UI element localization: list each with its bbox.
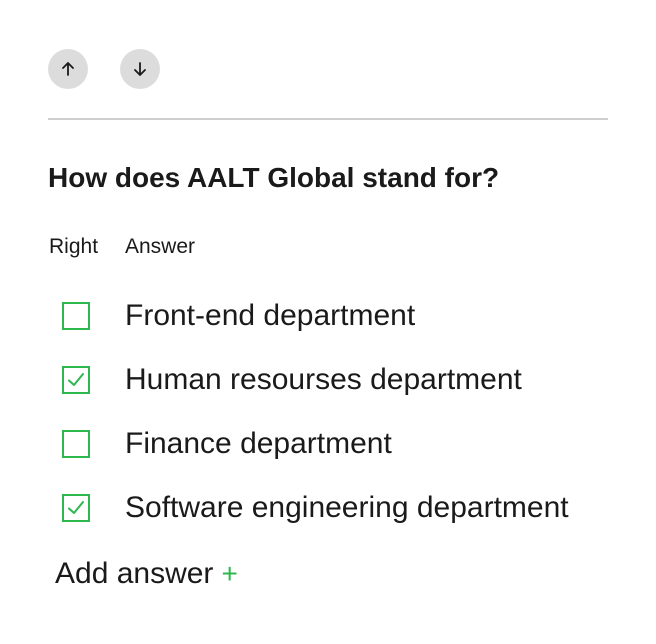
correct-checkbox[interactable] xyxy=(62,494,90,522)
checkmark-icon xyxy=(68,373,84,386)
arrow-down-icon xyxy=(134,62,146,76)
correct-checkbox[interactable] xyxy=(62,302,90,330)
question-title: How does AALT Global stand for? xyxy=(48,162,500,193)
answer-label[interactable]: Software engineering department xyxy=(125,490,569,526)
answer-row: Front-end department xyxy=(0,298,640,338)
add-answer-label: Add answer xyxy=(55,557,214,590)
answer-label[interactable]: Finance department xyxy=(125,426,392,462)
plus-icon: + xyxy=(221,558,238,589)
section-divider xyxy=(48,118,608,120)
answer-label[interactable]: Front-end department xyxy=(125,298,415,334)
move-up-button[interactable] xyxy=(48,49,88,89)
correct-checkbox[interactable] xyxy=(62,366,90,394)
answer-row: Human resourses department xyxy=(0,362,640,402)
arrow-up-icon xyxy=(62,62,74,76)
column-header-right: Right xyxy=(49,235,99,258)
checkmark-icon xyxy=(68,501,84,514)
add-answer-button[interactable]: Add answer + xyxy=(55,556,238,592)
correct-checkbox[interactable] xyxy=(62,430,90,458)
column-header-answer: Answer xyxy=(125,235,196,258)
move-down-button[interactable] xyxy=(120,49,160,89)
answer-row: Software engineering department xyxy=(0,490,640,530)
answer-label[interactable]: Human resourses department xyxy=(125,362,522,398)
answer-row: Finance department xyxy=(0,426,640,466)
